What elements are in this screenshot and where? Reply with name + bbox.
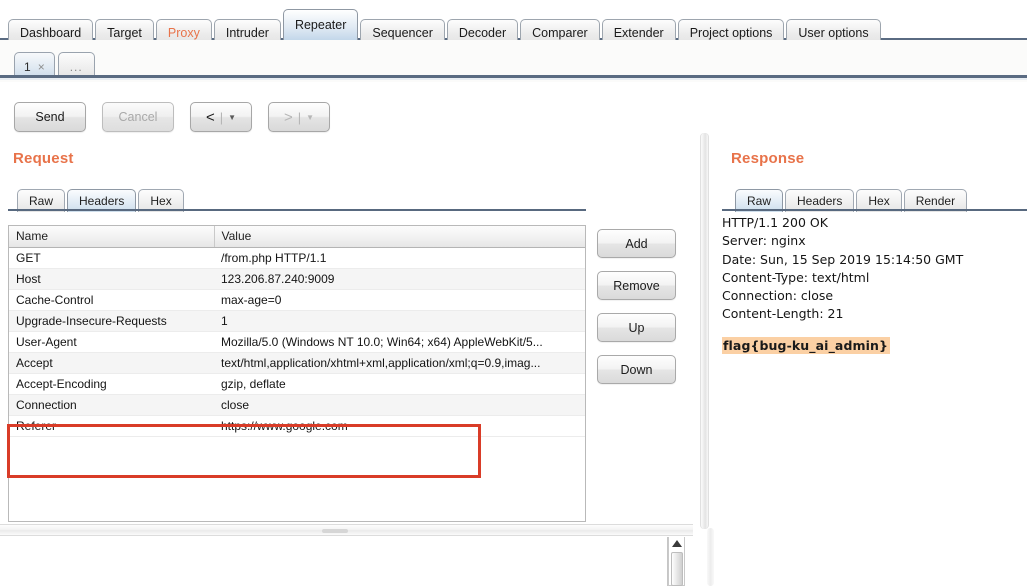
header-name-cell[interactable]: Accept	[9, 352, 214, 374]
back-separator: |	[219, 109, 224, 125]
response-blank-line	[722, 324, 1027, 337]
main-tab-list: Dashboard Target Proxy Intruder Repeater Sequ…	[8, 7, 883, 45]
scrollbar-thumb[interactable]	[671, 552, 683, 586]
header-value-cell[interactable]: https://www.google.com	[214, 415, 585, 437]
remove-header-button[interactable]: Remove	[597, 271, 676, 300]
repeater-tab-underline-shadow	[0, 78, 1027, 80]
header-value-cell[interactable]: max-age=0	[214, 289, 585, 311]
header-name-cell[interactable]: GET	[9, 247, 214, 269]
go-forward-button[interactable]: > | ▼	[268, 102, 330, 132]
burp-suite-window: Dashboard Target Proxy Intruder Repeater Sequ…	[0, 0, 1027, 586]
header-name-cell[interactable]: Upgrade-Insecure-Requests	[9, 310, 214, 332]
header-name-cell[interactable]: Host	[9, 268, 214, 290]
header-value-cell[interactable]: close	[214, 394, 585, 416]
table-row[interactable]: Accept text/html,application/xhtml+xml,ap…	[9, 352, 585, 374]
request-tabs-rule	[8, 209, 586, 211]
forward-arrow-icon: >	[283, 108, 293, 126]
response-line: Server: nginx	[722, 233, 806, 249]
table-row[interactable]: Connection close	[9, 394, 585, 416]
send-button[interactable]: Send	[14, 102, 86, 132]
main-tab-repeater[interactable]: Repeater	[282, 9, 359, 40]
right-edge-scrollbar[interactable]	[707, 528, 714, 586]
table-row[interactable]: Upgrade-Insecure-Requests 1	[9, 310, 585, 332]
request-headers-table-container: Name Value GET/from.php HTTP/1.1 Host 123.2…	[8, 225, 586, 522]
repeater-toolbar: Send Cancel < | ▼ > | ▼	[14, 102, 330, 132]
table-header-row: Name Value	[9, 226, 585, 248]
response-line: Date: Sun, 15 Sep 2019 15:14:50 GMT	[722, 251, 964, 267]
request-headers-table: Name Value GET/from.php HTTP/1.1 Host 123.2…	[9, 226, 585, 437]
response-raw-text[interactable]: HTTP/1.1 200 OK Server: nginx Date: Sun, 1…	[722, 214, 1027, 514]
up-header-button[interactable]: Up	[597, 313, 676, 342]
forward-separator: |	[297, 109, 302, 125]
header-name-cell[interactable]: Referer	[9, 415, 214, 437]
response-header-lines: HTTP/1.1 200 OK Server: nginx Date: Sun, 1…	[722, 214, 1027, 324]
scroll-up-arrow-icon[interactable]	[672, 540, 682, 547]
table-row[interactable]: User-Agent Mozilla/5.0 (Windows NT 10.0; …	[9, 331, 585, 353]
response-line: HTTP/1.1 200 OK	[722, 215, 828, 230]
header-name-cell[interactable]: Connection	[9, 394, 214, 416]
horizontal-splitter[interactable]	[0, 524, 693, 536]
request-panel-title: Request	[13, 150, 74, 167]
header-name-cell[interactable]: User-Agent	[9, 331, 214, 353]
header-action-buttons: Add Remove Up Down	[597, 229, 676, 384]
response-line: Content-Length: 21	[722, 306, 844, 322]
down-header-button[interactable]: Down	[597, 355, 676, 384]
go-back-button[interactable]: < | ▼	[190, 102, 252, 132]
lower-panel-scrollbar[interactable]	[668, 537, 685, 586]
column-header-name[interactable]: Name	[9, 226, 215, 248]
add-header-button[interactable]: Add	[597, 229, 676, 258]
header-name-cell[interactable]: Accept-Encoding	[9, 373, 214, 395]
table-row[interactable]: Host 123.206.87.240:9009	[9, 268, 585, 290]
back-arrow-icon: <	[205, 108, 215, 126]
forward-chevron-down-icon[interactable]: ▼	[306, 113, 314, 122]
table-row[interactable]: GET/from.php HTTP/1.1	[9, 247, 585, 269]
table-row[interactable]: Accept-Encoding gzip, deflate	[9, 373, 585, 395]
flag-text: flag{bug-ku_ai_admin}	[722, 336, 891, 354]
response-panel-title: Response	[731, 150, 805, 167]
response-tabs-rule	[722, 209, 1027, 211]
response-line: Connection: close	[722, 288, 834, 304]
table-row[interactable]: Referer https://www.google.com	[9, 415, 585, 437]
header-value-cell[interactable]: gzip, deflate	[214, 373, 585, 395]
response-line: Content-Type: text/html	[722, 269, 870, 285]
header-value-cell[interactable]: text/html,application/xhtml+xml,applicat…	[214, 352, 585, 374]
table-body: GET/from.php HTTP/1.1 Host 123.206.87.240:…	[9, 247, 585, 437]
main-tab-bar: Dashboard Target Proxy Intruder Repeater Sequ…	[0, 0, 1027, 45]
table-row[interactable]: Cache-Control max-age=0	[9, 289, 585, 311]
request-response-splitter[interactable]	[700, 133, 709, 529]
cancel-button[interactable]: Cancel	[102, 102, 174, 132]
splitter-grip[interactable]	[322, 529, 348, 533]
back-chevron-down-icon[interactable]: ▼	[228, 113, 236, 122]
header-value-cell[interactable]: Mozilla/5.0 (Windows NT 10.0; Win64; x64…	[214, 331, 585, 353]
column-header-value[interactable]: Value	[214, 226, 585, 248]
header-name-cell[interactable]: Cache-Control	[9, 289, 214, 311]
header-value-cell[interactable]: 1	[214, 310, 585, 332]
lower-panel	[0, 537, 668, 586]
header-value-cell[interactable]: /from.php HTTP/1.1	[214, 247, 585, 269]
header-value-cell[interactable]: 123.206.87.240:9009	[214, 268, 585, 290]
response-flag-line: flag{bug-ku_ai_admin}	[722, 336, 1027, 355]
